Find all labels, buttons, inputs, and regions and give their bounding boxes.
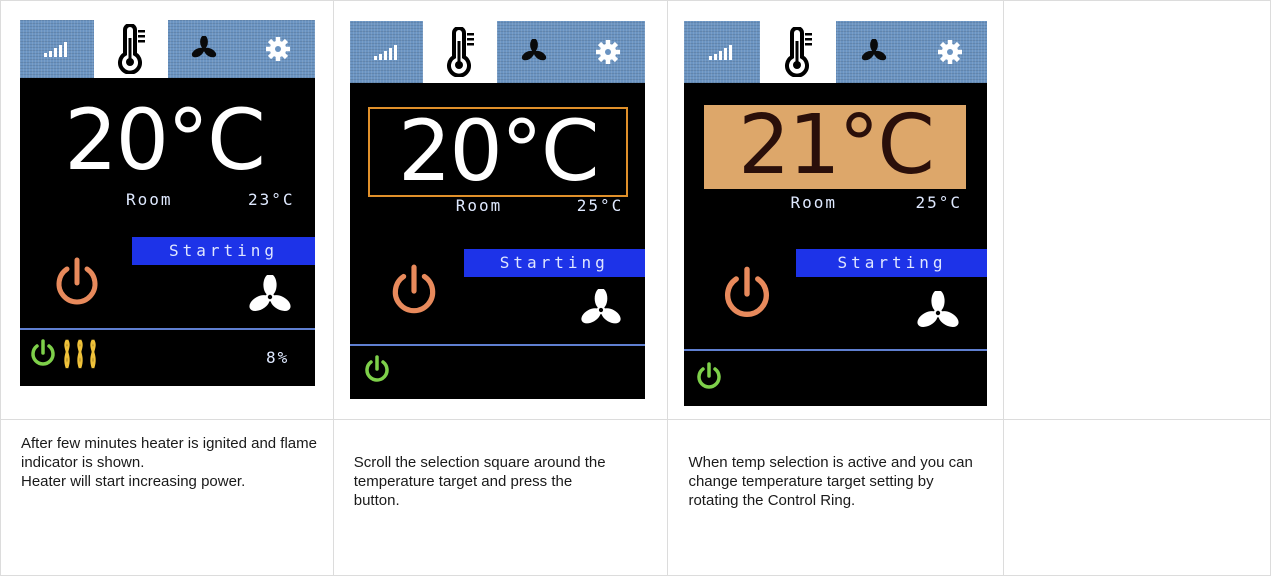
signal-icon — [373, 45, 397, 60]
heater-display-3: 21°C Room 25°C Starting — [684, 21, 988, 406]
status-bar: Starting — [796, 249, 988, 277]
room-label: Room — [455, 196, 503, 215]
power-icon[interactable] — [50, 256, 104, 310]
screenshot-cell-3: 21°C Room 25°C Starting — [667, 0, 1005, 420]
empty-cell — [1003, 419, 1271, 576]
tab-settings[interactable] — [912, 21, 988, 83]
caption-line: Scroll the selection square around the t… — [353, 454, 606, 509]
tab-bar — [20, 20, 315, 78]
power-icon[interactable] — [386, 263, 442, 319]
fan-icon — [861, 39, 886, 61]
room-label: Room — [790, 193, 837, 212]
tab-signal[interactable] — [350, 21, 424, 83]
tab-fan[interactable] — [497, 21, 571, 83]
power-icon — [365, 355, 389, 382]
flame-icon — [64, 339, 96, 369]
empty-cell — [1003, 0, 1271, 420]
tab-bar — [349, 21, 645, 83]
tab-signal[interactable] — [684, 21, 760, 83]
fan-icon — [249, 275, 291, 311]
thermometer-icon — [447, 27, 475, 77]
caption-line: Heater will start increasing power. — [21, 473, 246, 490]
caption-cell-3: When temp selection is active and you ca… — [667, 419, 1005, 576]
target-temperature[interactable]: 20°C — [64, 98, 266, 184]
fan-icon — [192, 36, 217, 58]
tab-bar — [684, 21, 988, 83]
tab-temperature[interactable] — [760, 21, 836, 83]
divider — [684, 349, 988, 351]
status-bar: Starting — [132, 237, 315, 265]
divider — [349, 344, 645, 346]
fan-icon — [917, 291, 960, 327]
tab-settings[interactable] — [241, 20, 315, 78]
room-temperature: 25°C — [915, 193, 962, 212]
caption-text: When temp selection is active and you ca… — [688, 453, 977, 510]
thermometer-icon — [117, 24, 145, 74]
power-icon[interactable] — [718, 265, 776, 323]
target-temperature[interactable]: 21°C — [704, 105, 967, 189]
screenshot-cell-1: 20°C Room 23°C Starting 8% — [0, 0, 334, 420]
caption-cell-1: After few minutes heater is ignited and … — [0, 419, 334, 576]
power-icon — [697, 362, 722, 389]
fan-icon — [581, 289, 621, 324]
status-bar: Starting — [463, 249, 645, 277]
power-icon — [31, 339, 55, 366]
gear-icon — [595, 40, 620, 64]
gear-icon — [266, 37, 291, 61]
divider — [20, 328, 315, 330]
tab-temperature[interactable] — [93, 20, 168, 78]
caption-text: After few minutes heater is ignited and … — [21, 434, 319, 491]
tab-signal[interactable] — [20, 20, 94, 78]
heater-display-1: 20°C Room 23°C Starting 8% — [20, 20, 315, 386]
thermometer-icon — [785, 27, 813, 77]
tab-settings[interactable] — [571, 21, 645, 83]
caption-line: When temp selection is active and you ca… — [688, 454, 973, 509]
fan-icon — [521, 39, 547, 61]
signal-icon — [709, 45, 733, 60]
heater-display-2: 20°C Room 25°C Starting — [349, 21, 645, 399]
gear-icon — [937, 40, 962, 64]
power-percentage: 8% — [266, 348, 290, 367]
tab-fan[interactable] — [168, 20, 242, 78]
room-temperature: 25°C — [576, 196, 624, 215]
caption-text: Scroll the selection square around the t… — [354, 453, 608, 510]
room-temperature: 23°C — [248, 190, 295, 209]
room-label: Room — [126, 190, 173, 209]
screenshot-cell-2: 20°C Room 25°C Starting — [332, 0, 669, 420]
caption-line: After few minutes heater is ignited and … — [21, 435, 317, 471]
signal-icon — [43, 42, 67, 57]
tab-temperature[interactable] — [423, 21, 498, 83]
tab-fan[interactable] — [836, 21, 912, 83]
caption-cell-2: Scroll the selection square around the t… — [332, 419, 669, 576]
instruction-table: 20°C Room 23°C Starting 8% 20°C Room 25°… — [0, 0, 1271, 576]
target-temperature[interactable]: 20°C — [367, 107, 628, 197]
